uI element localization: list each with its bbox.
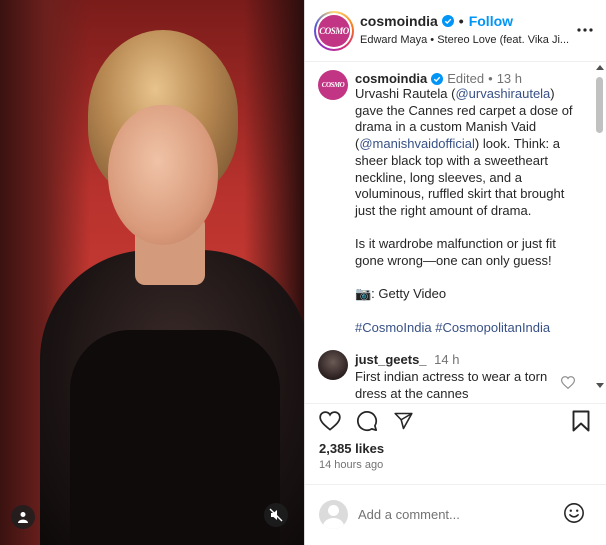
comment-icon (357, 411, 378, 432)
caption-avatar[interactable]: COSMO (318, 70, 348, 100)
share-button[interactable] (390, 408, 416, 434)
bookmark-icon (572, 410, 590, 432)
caption-hashtags: #CosmoIndia #CosmopolitanIndia (355, 320, 581, 337)
scrollbar-thumb[interactable] (596, 77, 603, 133)
post-header: COSMO cosmoindia • Follow Edward Maya • … (305, 0, 606, 62)
hashtag-link-cosmoindia[interactable]: #CosmoIndia (355, 320, 432, 335)
header-username[interactable]: cosmoindia (360, 13, 438, 29)
caption-text: Urvashi Rautela ( (355, 86, 456, 101)
save-button[interactable] (568, 408, 594, 434)
header-user-line: cosmoindia • Follow (360, 13, 513, 29)
emoji-button[interactable] (561, 500, 587, 526)
avatar-shoulders-shape (323, 518, 344, 529)
likes-count[interactable]: 2,385 likes (319, 441, 384, 456)
share-icon (393, 412, 413, 430)
hashtag-link-cosmopolitanindia[interactable]: #CosmopolitanIndia (435, 320, 550, 335)
edited-label: Edited (447, 71, 485, 86)
heart-icon (319, 411, 341, 431)
caption-username[interactable]: cosmoindia (355, 71, 427, 86)
add-comment-input[interactable] (358, 503, 548, 525)
post-media-video[interactable] (0, 0, 304, 545)
media-figure-face (108, 105, 218, 245)
avatar-head-shape (328, 505, 339, 516)
media-figure-bodice (70, 330, 280, 545)
caption-paragraph-2: Is it wardrobe malfunction or just fit g… (355, 236, 556, 269)
header-separator: • (458, 13, 464, 29)
comment-button[interactable] (354, 408, 380, 434)
comment-like-heart-icon[interactable] (561, 376, 575, 389)
mention-link-manishvaidofficial[interactable]: @manishvaidofficial (359, 136, 475, 151)
muted-speaker-icon (269, 508, 283, 522)
comment-avatar[interactable] (318, 350, 348, 380)
caption-paragraph-3: 📷: Getty Video (355, 286, 447, 302)
emoji-icon (564, 503, 584, 523)
post-timestamp[interactable]: 14 hours ago (319, 459, 383, 471)
audio-attribution[interactable]: Edward Maya • Stereo Love (feat. Vika Ji… (360, 34, 575, 46)
verified-badge-icon (431, 72, 444, 85)
comment-username[interactable]: just_geets_ (355, 352, 427, 367)
follow-button[interactable]: Follow (469, 13, 513, 29)
caption-age: 13 h (496, 71, 522, 86)
comment-age: 14 h (434, 352, 460, 367)
header-avatar: COSMO (318, 15, 350, 47)
add-comment-divider (305, 484, 606, 485)
more-icon (577, 28, 593, 32)
post-caption: Urvashi Rautela (@urvashirautela) gave t… (355, 86, 581, 353)
user-tag-button[interactable] (11, 505, 35, 529)
verified-badge-icon (441, 15, 454, 27)
caption-header: cosmoindia Edited • 13 h (355, 71, 522, 86)
comment-header: just_geets_ 14 h (355, 352, 459, 367)
header-avatar-story-ring[interactable]: COSMO (314, 11, 354, 51)
user-tag-icon (18, 512, 28, 523)
comments-scrollbar[interactable] (594, 63, 604, 393)
scroll-down-arrow-icon[interactable] (596, 383, 604, 388)
mute-button[interactable] (264, 503, 288, 527)
current-user-avatar (319, 500, 348, 529)
mention-link-urvashirautela[interactable]: @urvashirautela (455, 86, 550, 101)
more-options-button[interactable] (573, 18, 597, 42)
comments-panel[interactable]: COSMO cosmoindia Edited • 13 h Urvashi R… (305, 63, 606, 401)
caption-separator: • (488, 71, 493, 86)
caption-paragraph-1: Urvashi Rautela (@urvashirautela) gave t… (355, 86, 581, 220)
comment-text: First indian actress to wear a torn dres… (355, 369, 548, 401)
actions-divider (305, 403, 606, 404)
scroll-up-arrow-icon[interactable] (596, 65, 604, 70)
like-button[interactable] (317, 408, 343, 434)
